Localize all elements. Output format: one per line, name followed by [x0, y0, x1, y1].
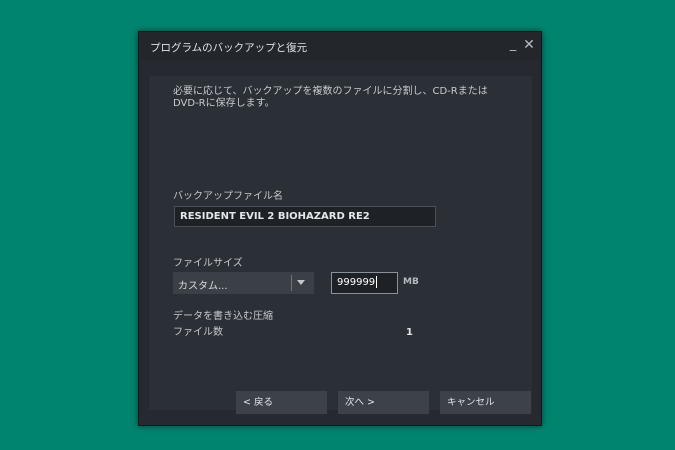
- backup-name-label: バックアップファイル名: [173, 191, 283, 202]
- back-button[interactable]: < 戻る: [236, 391, 327, 414]
- chevron-down-icon[interactable]: [297, 280, 305, 285]
- text-caret: [376, 276, 378, 288]
- backup-restore-dialog: プログラムのバックアップと復元 _ ✕ 必要に応じて、バックアップを複数のファイ…: [138, 31, 542, 426]
- cancel-button[interactable]: キャンセル: [440, 391, 531, 414]
- file-count-label: ファイル数: [173, 327, 223, 338]
- description-text: 必要に応じて、バックアップを複数のファイルに分割し、CD-Rまたは DVD-Rに…: [173, 86, 488, 109]
- compression-label: データを書き込む圧縮: [173, 311, 273, 322]
- next-button[interactable]: 次へ >: [338, 391, 429, 414]
- title-bar[interactable]: プログラムのバックアップと復元 _ ✕: [139, 32, 541, 60]
- file-size-input[interactable]: 999999: [331, 272, 398, 294]
- content-panel: 必要に応じて、バックアップを複数のファイルに分割し、CD-Rまたは DVD-Rに…: [149, 76, 532, 410]
- file-size-label: ファイルサイズ: [173, 258, 243, 269]
- dropdown-separator: [291, 275, 292, 291]
- file-count-value: 1: [406, 327, 413, 338]
- dialog-title: プログラムのバックアップと復元: [150, 42, 308, 54]
- backup-name-input[interactable]: RESIDENT EVIL 2 BIOHAZARD RE2: [174, 206, 436, 227]
- file-size-selected: カスタム...: [178, 281, 228, 292]
- file-size-unit: MB: [403, 277, 419, 287]
- close-icon[interactable]: ✕: [520, 35, 538, 55]
- file-size-value: 999999: [337, 277, 376, 288]
- file-size-dropdown[interactable]: カスタム...: [173, 272, 314, 294]
